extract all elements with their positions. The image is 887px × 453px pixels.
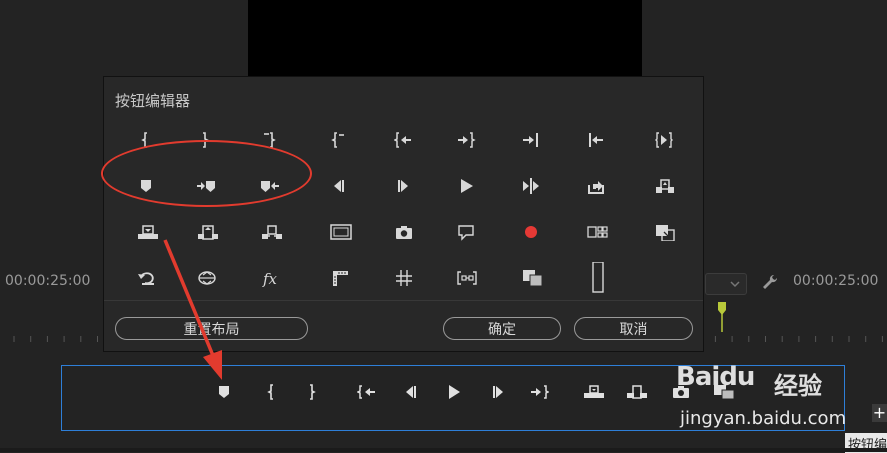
chevron-down-icon [730,281,740,288]
overwrite-icon [627,385,647,399]
grid-button-clear-in[interactable] [326,125,356,155]
go-to-out-icon [531,385,549,399]
mark-in-icon [267,384,273,400]
baidu-watermark: Baidu 经验 jingyan.baidu.com [676,362,846,442]
spacer-icon [592,262,604,293]
grid-button-show-guides[interactable] [390,263,420,293]
grid-button-comparison-view[interactable] [651,217,681,247]
extract-icon [262,225,282,239]
grid-button-camera[interactable] [390,217,420,247]
grid-button-show-rulers[interactable] [326,263,356,293]
grid-button-snap-in-program-monitor[interactable] [453,263,483,293]
step-forward-icon [493,386,503,398]
dialog-title: 按钮编辑器 [115,92,191,110]
grid-button-step-back[interactable] [326,171,356,201]
transport-go-to-out-button[interactable] [527,380,551,404]
grid-button-play-in-to-out[interactable] [651,125,681,155]
cancel-button[interactable]: 取消 [574,317,693,340]
loop-icon [138,272,154,285]
show-guides-icon [396,270,412,286]
play-icon [461,179,473,193]
toggle-proxies-icon [523,270,543,287]
grid-button-step-forward[interactable] [390,171,420,201]
step-forward-icon [398,180,408,192]
grid-button-multi-camera[interactable] [583,217,613,247]
transport-step-back-button[interactable] [398,380,422,404]
grid-button-go-to-out[interactable] [453,125,483,155]
lift-icon [656,179,674,193]
grid-button-go-to-in[interactable] [390,125,420,155]
grid-button-play-around[interactable] [518,171,548,201]
transport-overwrite-button[interactable] [625,380,649,404]
transport-insert-button[interactable] [582,380,606,404]
playhead-icon[interactable] [717,302,727,332]
overwrite-icon [198,225,218,240]
go-to-previous-edit-icon [589,133,603,147]
go-to-next-edit-icon [523,133,538,147]
grid-button-go-to-next-edit[interactable] [518,125,548,155]
highlight-ellipse [101,140,312,207]
wrench-icon[interactable] [760,272,780,292]
add-marker-icon [219,386,229,398]
reset-layout-button[interactable]: 重置布局 [115,317,308,340]
grid-button-play[interactable] [453,171,483,201]
grid-button-insert[interactable] [133,217,163,247]
step-back-icon [334,180,344,192]
program-monitor-video [248,0,642,78]
grid-button-spacer[interactable] [583,262,613,293]
transport-mark-in-button[interactable] [259,380,283,404]
mark-out-icon [310,384,316,400]
button-editor-dialog: 按钮编辑器 fx 重置布局 确定 取消 [103,76,704,352]
vr-video-icon [198,271,216,285]
comparison-view-icon [656,225,675,241]
go-to-out-icon [458,132,476,148]
play-in-to-out-icon [655,132,673,148]
insert-icon [138,225,158,239]
watermark-url: jingyan.baidu.com [680,408,847,429]
transport-go-to-in-button[interactable] [355,380,379,404]
svg-text:fx: fx [262,270,278,287]
grid-button-fx[interactable]: fx [257,263,287,293]
grid-button-safe-margins[interactable] [326,217,356,247]
fx-icon: fx [262,270,278,287]
show-rulers-icon [333,271,348,286]
watermark-logo-cn: 经验 [774,372,822,400]
transport-mark-out-button[interactable] [300,380,324,404]
go-to-in-icon [357,385,375,399]
fit-dropdown[interactable] [705,273,747,295]
watermark-logo: Baidu [676,362,755,392]
add-button[interactable]: + [872,404,887,422]
grid-button-overwrite[interactable] [193,217,223,247]
bottom-strip [0,448,887,452]
camera-icon [396,226,412,239]
play-around-icon [523,178,539,194]
snap-in-program-monitor-icon [457,271,477,285]
grid-button-toggle-proxies[interactable] [518,263,548,293]
grid-button-record[interactable] [518,217,548,247]
timecode-right[interactable]: 00:00:25:00 [793,273,878,289]
grid-button-extract[interactable] [257,217,287,247]
transport-add-marker-button[interactable] [212,380,236,404]
comment-icon [458,225,474,241]
timecode-left[interactable]: 00:00:25:00 [5,273,90,289]
transport-play-button[interactable] [442,380,466,404]
export-frame-icon [588,181,604,194]
go-to-in-icon [394,132,411,148]
dialog-divider [104,300,703,301]
clear-in-icon [331,132,344,148]
transport-step-forward-button[interactable] [487,380,511,404]
grid-button-lift[interactable] [651,171,681,201]
safe-margins-icon [330,224,352,240]
grid-button-vr-video[interactable] [193,263,223,293]
grid-button-export-frame[interactable] [583,171,613,201]
insert-icon [584,385,604,398]
play-icon [449,385,460,399]
grid-button-go-to-previous-edit[interactable] [583,125,613,155]
ok-button[interactable]: 确定 [443,317,561,340]
step-back-icon [406,386,416,398]
grid-button-comment[interactable] [453,217,483,247]
record-icon [525,226,537,238]
grid-button-loop[interactable] [133,263,163,293]
multi-camera-icon [587,226,608,238]
